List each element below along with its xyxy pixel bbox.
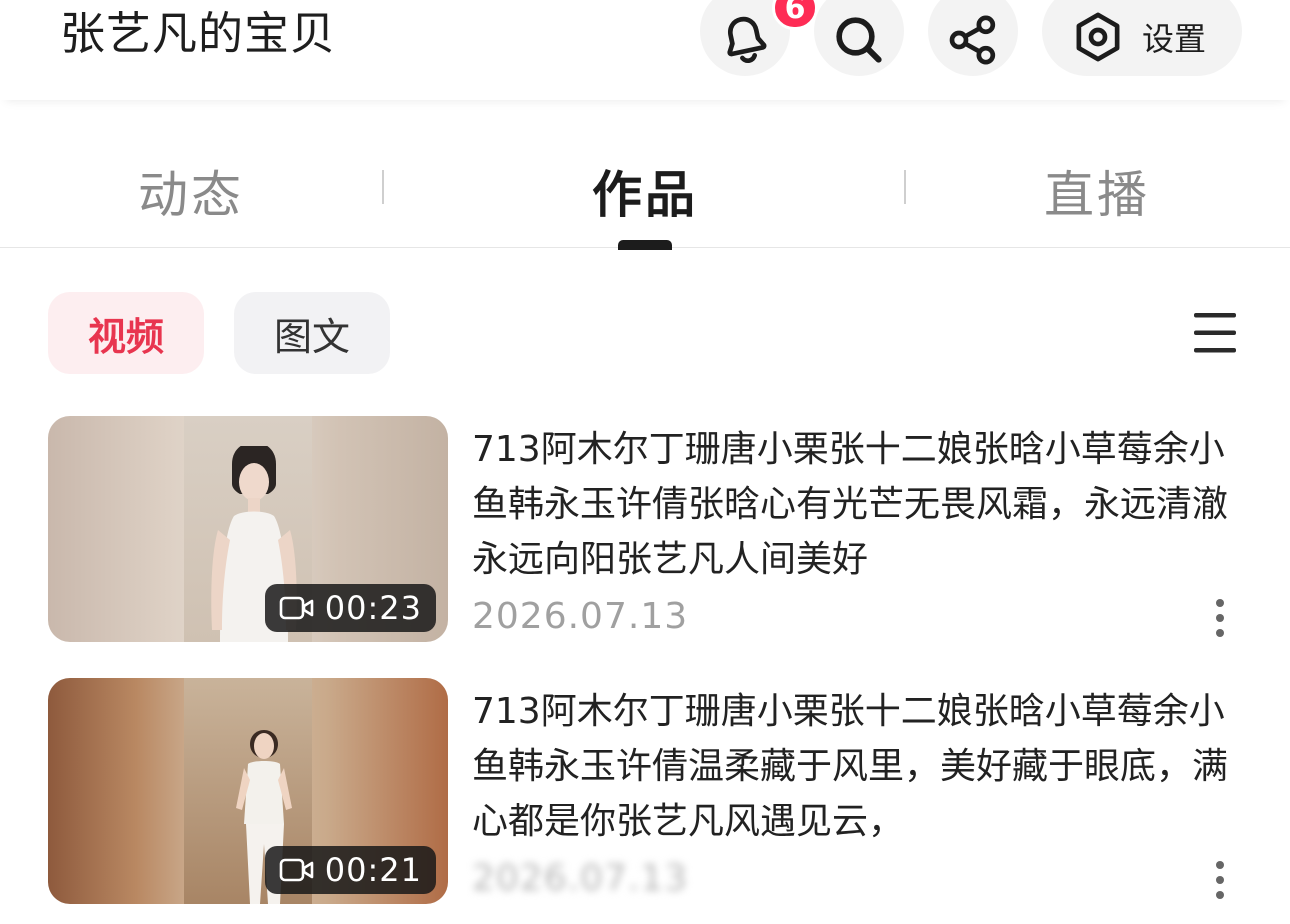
search-button[interactable] — [814, 0, 904, 76]
video-list-item[interactable]: 00:21 713阿木尔丁珊唐小栗张十二娘张晗小草莓余小鱼韩永玉许倩温柔藏于风里… — [0, 678, 1290, 918]
share-icon — [949, 15, 996, 65]
tab-dynamic[interactable]: 动态 — [138, 165, 244, 225]
video-camera-icon — [279, 596, 314, 620]
video-thumbnail[interactable]: 00:23 — [48, 416, 448, 642]
video-duration: 00:23 — [324, 589, 422, 627]
filter-graphic-chip[interactable]: 图文 — [234, 292, 390, 374]
top-bar: 张艺凡的宝贝 6 设置 — [0, 0, 1290, 100]
profile-tabs: 动态 作品 直播 — [0, 150, 1290, 250]
settings-button[interactable]: 设置 — [1042, 0, 1242, 76]
filter-video-chip[interactable]: 视频 — [48, 292, 204, 374]
tab-works[interactable]: 作品 — [592, 165, 698, 225]
video-date: 2026.07.13 — [472, 596, 689, 637]
video-title[interactable]: 713阿木尔丁珊唐小栗张十二娘张晗小草莓余小鱼韩永玉许倩温柔藏于风里，美好藏于眼… — [472, 684, 1242, 849]
settings-label: 设置 — [1142, 20, 1207, 58]
more-options-icon[interactable] — [1212, 598, 1228, 638]
video-duration-badge: 00:23 — [264, 584, 436, 632]
search-icon — [836, 17, 882, 63]
hamburger-icon[interactable] — [1192, 310, 1238, 356]
tab-divider — [382, 170, 384, 204]
video-duration: 00:21 — [324, 851, 422, 889]
video-title[interactable]: 713阿木尔丁珊唐小栗张十二娘张晗小草莓余小鱼韩永玉许倩张晗心有光芒无畏风霜，永… — [472, 422, 1242, 587]
video-date: 2026.07.13 — [472, 858, 689, 899]
active-tab-indicator — [618, 240, 672, 250]
more-options-icon[interactable] — [1212, 860, 1228, 900]
bell-icon — [727, 16, 767, 64]
settings-hex-icon — [1076, 12, 1120, 62]
share-button[interactable] — [928, 0, 1018, 76]
video-list-item[interactable]: 00:23 713阿木尔丁珊唐小栗张十二娘张晗小草莓余小鱼韩永玉许倩张晗心有光芒… — [0, 416, 1290, 656]
tab-divider — [904, 170, 906, 204]
video-duration-badge: 00:21 — [264, 846, 436, 894]
tab-live[interactable]: 直播 — [1044, 165, 1150, 225]
page-title: 张艺凡的宝贝 — [60, 7, 337, 60]
video-thumbnail[interactable]: 00:21 — [48, 678, 448, 904]
video-camera-icon — [279, 858, 314, 882]
